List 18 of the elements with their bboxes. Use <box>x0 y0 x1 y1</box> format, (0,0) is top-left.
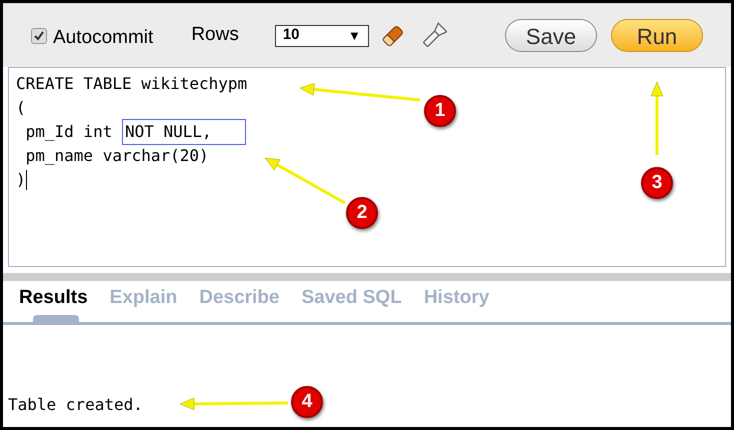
dropdown-arrow: ▼ <box>348 26 361 45</box>
run-button[interactable]: Run <box>611 19 703 52</box>
rows-label: Rows <box>191 23 239 48</box>
code-line: ( <box>16 97 26 119</box>
code-line: CREATE TABLE wikitechypm <box>16 73 248 95</box>
tab[interactable]: Results <box>19 284 88 322</box>
check-icon <box>33 30 45 42</box>
code-line: pm_name varchar(20) <box>24 145 209 167</box>
code-line: ) <box>16 169 26 191</box>
save-button[interactable]: Save <box>505 19 597 52</box>
autocommit-checkbox[interactable] <box>31 28 47 44</box>
flashlight-icon[interactable] <box>420 22 447 50</box>
highlight-box: NOT NULL, <box>122 119 246 145</box>
code-line: pm_Id int <box>24 121 114 143</box>
autocommit-label: Autocommit <box>53 26 154 50</box>
rows-select[interactable]: 10 ▼ <box>274 24 369 46</box>
result-message: Table created. <box>8 394 143 416</box>
rows-value: 10 <box>282 25 300 46</box>
